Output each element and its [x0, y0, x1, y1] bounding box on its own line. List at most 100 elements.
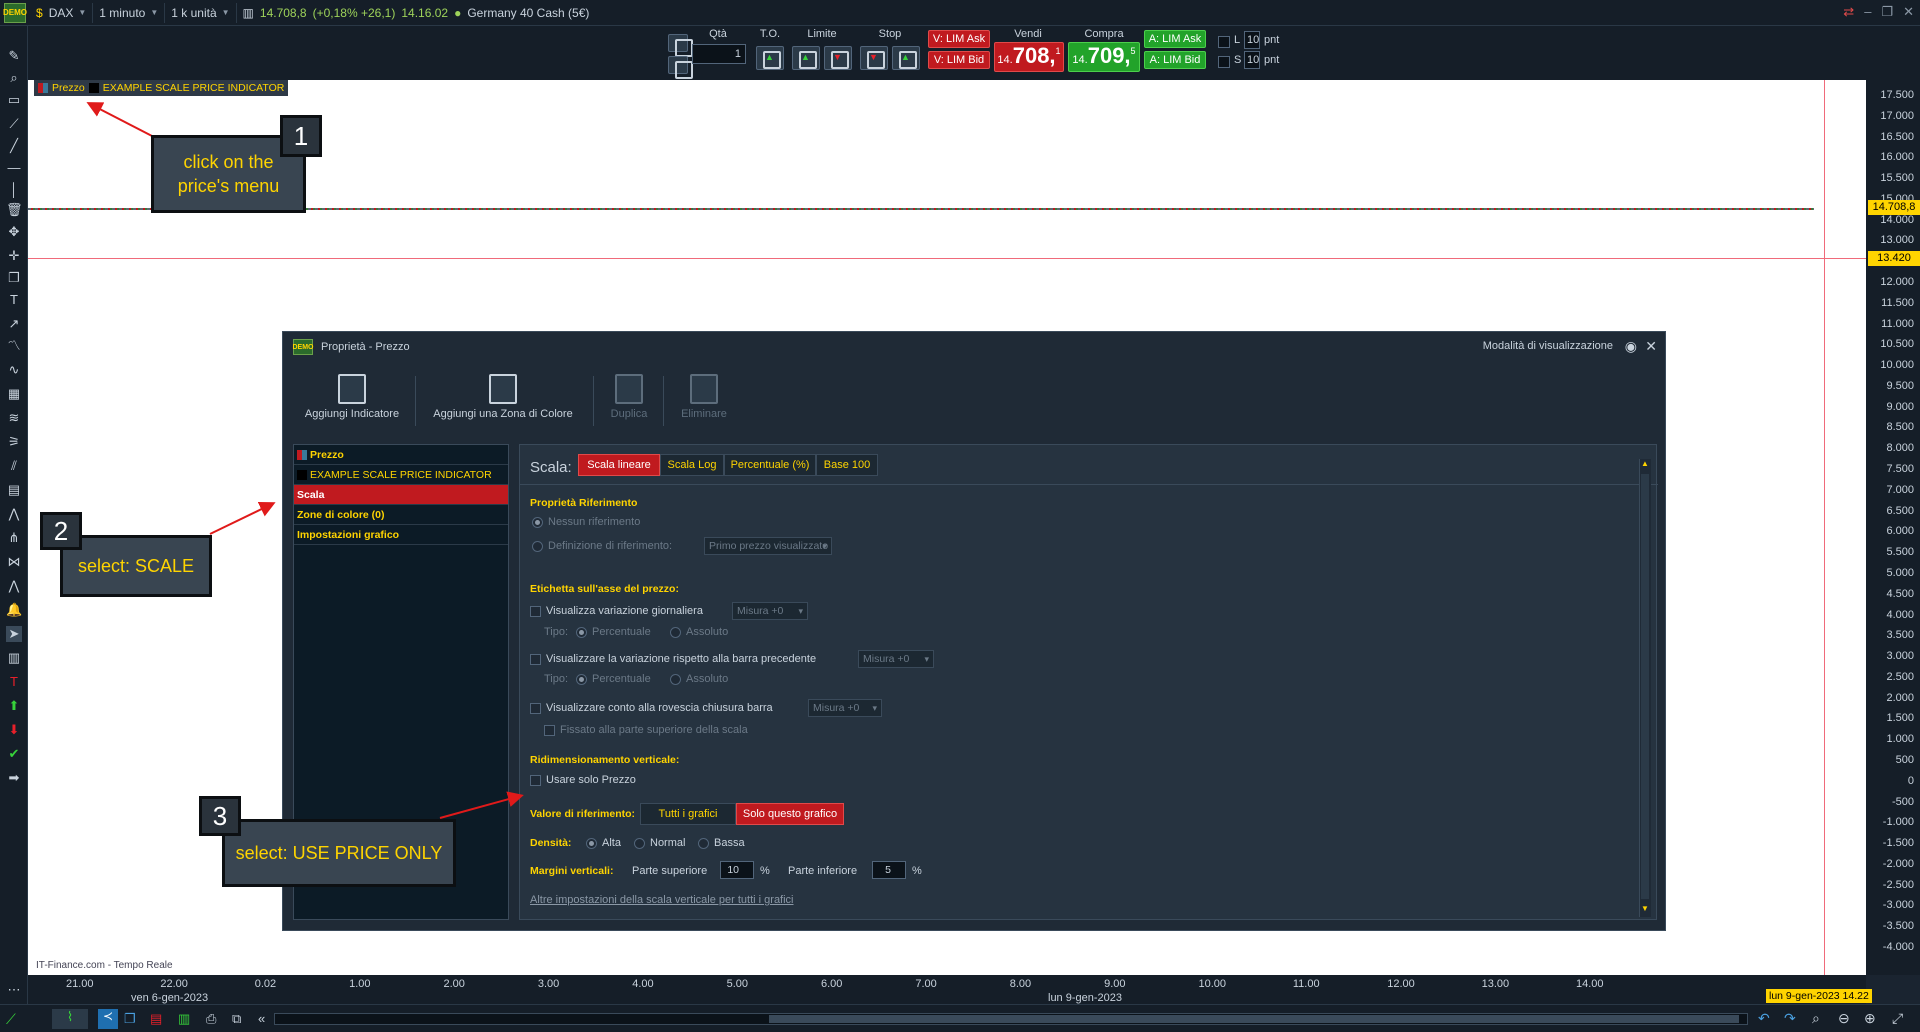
sell-price-button[interactable]: 14. 708, 1	[994, 42, 1064, 72]
altre-impostazioni-link[interactable]: Altre impostazioni della scala verticale…	[530, 894, 794, 906]
text-icon[interactable]: T	[6, 292, 22, 308]
minimize-icon[interactable]: –	[1864, 4, 1871, 20]
move-icon[interactable]: ✛	[6, 248, 22, 264]
scrollbar-thumb[interactable]	[769, 1015, 1739, 1023]
elliott-icon[interactable]: ⋀	[6, 506, 22, 522]
delete-button[interactable]: Eliminare	[669, 374, 739, 420]
parte-inf-stepper[interactable]: 5	[872, 861, 906, 879]
usare-prezzo-checkbox[interactable]	[530, 775, 541, 786]
time-scrollbar[interactable]	[274, 1013, 1748, 1025]
def-rif-radio[interactable]	[532, 541, 543, 552]
close-icon[interactable]: ✕	[1645, 338, 1657, 355]
l-input[interactable]: 10	[1244, 31, 1260, 49]
a-lim-ask-button[interactable]: A: LIM Ask	[1144, 30, 1206, 48]
tree-item-impostazioni[interactable]: Impostazioni grafico	[294, 525, 508, 545]
eye-icon[interactable]: ◉	[1625, 338, 1637, 355]
close-icon[interactable]: ✕	[1903, 4, 1914, 20]
sell-arrow-icon[interactable]: ⬇	[6, 722, 22, 738]
stop-buy-button[interactable]	[860, 46, 888, 70]
copy-icon[interactable]: ❐	[6, 270, 22, 286]
v-lim-bid-button[interactable]: V: LIM Bid	[928, 51, 990, 69]
qta-input[interactable]: 1	[692, 44, 746, 64]
tools-icon[interactable]: ✥	[6, 224, 22, 240]
time-axis[interactable]: 21.00 22.00 0.02 1.00 2.00 3.00 4.00 5.00 6.00 7.…	[28, 975, 1866, 1004]
add-indicator-button[interactable]: Aggiungi Indicatore	[297, 374, 407, 420]
solo-grafico-button[interactable]: Solo questo grafico	[736, 803, 844, 825]
nessun-rif-radio[interactable]	[532, 517, 543, 528]
trend-icon[interactable]: 〽	[6, 338, 22, 354]
normal-radio[interactable]	[634, 838, 645, 849]
misura-dropdown-2[interactable]: Misura +0	[858, 650, 934, 668]
v-lim-ask-button[interactable]: V: LIM Ask	[928, 30, 990, 48]
l-checkbox[interactable]	[1218, 36, 1230, 48]
limit-buy-button[interactable]	[792, 46, 820, 70]
misura-dropdown-3[interactable]: Misura +0	[808, 699, 882, 717]
scroll-up-icon[interactable]: ▲	[1641, 459, 1649, 468]
add-color-zone-button[interactable]: Aggiungi una Zona di Colore	[423, 374, 583, 420]
to-button[interactable]	[756, 46, 784, 70]
fibonacci-icon[interactable]: ≋	[6, 410, 22, 426]
settings-scrollbar[interactable]: ▲ ▼	[1639, 459, 1651, 917]
forward-arrow-icon[interactable]: ➡	[6, 770, 22, 786]
candles-icon[interactable]: ▥	[178, 1011, 190, 1027]
arrow-icon[interactable]: ↗	[6, 316, 22, 332]
scroll-left-icon[interactable]: «	[258, 1011, 265, 1026]
tab-scala-log[interactable]: Scala Log	[660, 454, 724, 476]
alta-radio[interactable]	[586, 838, 597, 849]
buy-arrow-icon[interactable]: ⬆	[6, 698, 22, 714]
tree-item-zone[interactable]: Zone di colore (0)	[294, 505, 508, 525]
undo-icon[interactable]: ↶	[1758, 1010, 1770, 1027]
pattern-icon[interactable]: ▦	[6, 386, 22, 402]
sync-icon[interactable]: ⇄	[1843, 4, 1854, 20]
trash-icon[interactable]: 🗑	[6, 202, 23, 218]
more-icon[interactable]: ⋯	[6, 982, 22, 998]
primo-prezzo-dropdown[interactable]: Primo prezzo visualizzato	[704, 537, 832, 555]
zoom-icon[interactable]: ⌕	[6, 70, 22, 86]
restore-icon[interactable]: ❐	[1881, 4, 1893, 20]
redo-icon[interactable]: ↷	[1784, 1010, 1796, 1027]
text-label-icon[interactable]: T	[6, 674, 22, 690]
share-icon[interactable]: ≺	[98, 1009, 118, 1029]
var-giornaliera-checkbox[interactable]	[530, 606, 541, 617]
segment-icon[interactable]: ⟋	[6, 116, 22, 132]
wave-icon[interactable]: ∿	[6, 362, 22, 378]
print-icon[interactable]: ⎙	[206, 1011, 216, 1027]
expand-icon[interactable]: ⤢	[1892, 1010, 1903, 1027]
zoom-in-icon[interactable]: ⊕	[1864, 1010, 1876, 1027]
tab-base-100[interactable]: Base 100	[816, 454, 878, 476]
channel-icon[interactable]: ⫽	[6, 458, 22, 474]
scroll-down-icon[interactable]: ▼	[1641, 904, 1649, 913]
a-lim-bid-button[interactable]: A: LIM Bid	[1144, 51, 1206, 69]
stop-sell-button[interactable]	[892, 46, 920, 70]
abcd-icon[interactable]: ⋈	[6, 554, 22, 570]
fan-icon[interactable]: ⚞	[6, 434, 22, 450]
harmonic-icon[interactable]: ⋀	[6, 578, 22, 594]
conto-rovescia-checkbox[interactable]	[530, 703, 541, 714]
buy-price-button[interactable]: 14. 709, 5	[1068, 42, 1140, 72]
tree-item-scala[interactable]: Scala	[294, 485, 508, 505]
vertical-line-icon[interactable]: │	[6, 182, 22, 198]
parte-sup-stepper[interactable]: 10	[720, 861, 754, 879]
window-icon[interactable]: ❐	[124, 1011, 136, 1027]
instrument-selector[interactable]: $ DAX ▼	[30, 2, 94, 23]
view-mode-label[interactable]: Modalità di visualizzazione	[1483, 340, 1613, 352]
alert-bell-icon[interactable]: 🔔	[6, 602, 22, 618]
tab-scala-lineare[interactable]: Scala lineare	[578, 454, 660, 476]
percentuale-radio-2[interactable]	[576, 674, 587, 685]
zoom-fit-icon[interactable]: ⌕	[1812, 1010, 1820, 1027]
ruler-icon[interactable]: ▭	[6, 92, 22, 108]
cursor-icon[interactable]: ➤	[6, 626, 22, 642]
legend-price[interactable]: Prezzo	[52, 82, 85, 94]
limit-sell-button[interactable]	[824, 46, 852, 70]
tree-item-indicator[interactable]: EXAMPLE SCALE PRICE INDICATOR	[294, 465, 508, 485]
line-icon[interactable]: ╱	[6, 138, 22, 154]
keyboard-icon[interactable]	[668, 56, 693, 79]
horizontal-line-icon[interactable]: —	[6, 160, 22, 176]
bassa-radio[interactable]	[698, 838, 709, 849]
chart-legend[interactable]: Prezzo EXAMPLE SCALE PRICE INDICATOR	[34, 80, 289, 96]
duplicate-button[interactable]: Duplica	[599, 374, 659, 420]
pencil-icon[interactable]: ✎	[6, 48, 22, 64]
wrench-icon[interactable]	[668, 34, 693, 57]
template-icon[interactable]: ⧉	[232, 1011, 241, 1027]
tree-item-prezzo[interactable]: Prezzo	[294, 445, 508, 465]
